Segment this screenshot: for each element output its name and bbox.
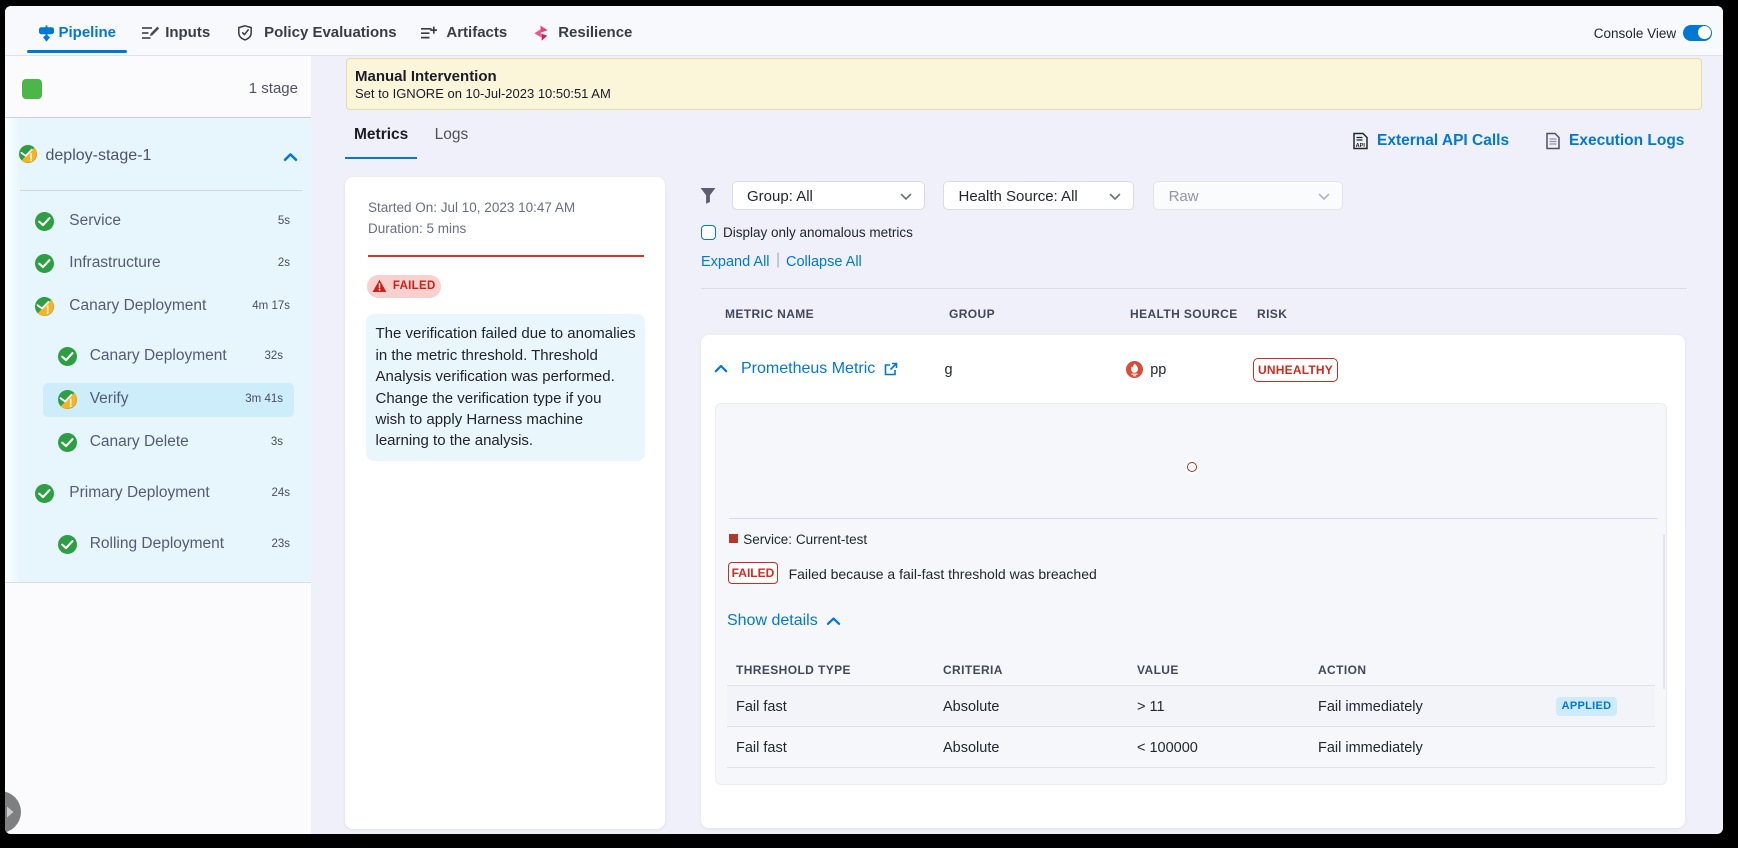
svg-text:API: API: [1356, 143, 1366, 149]
